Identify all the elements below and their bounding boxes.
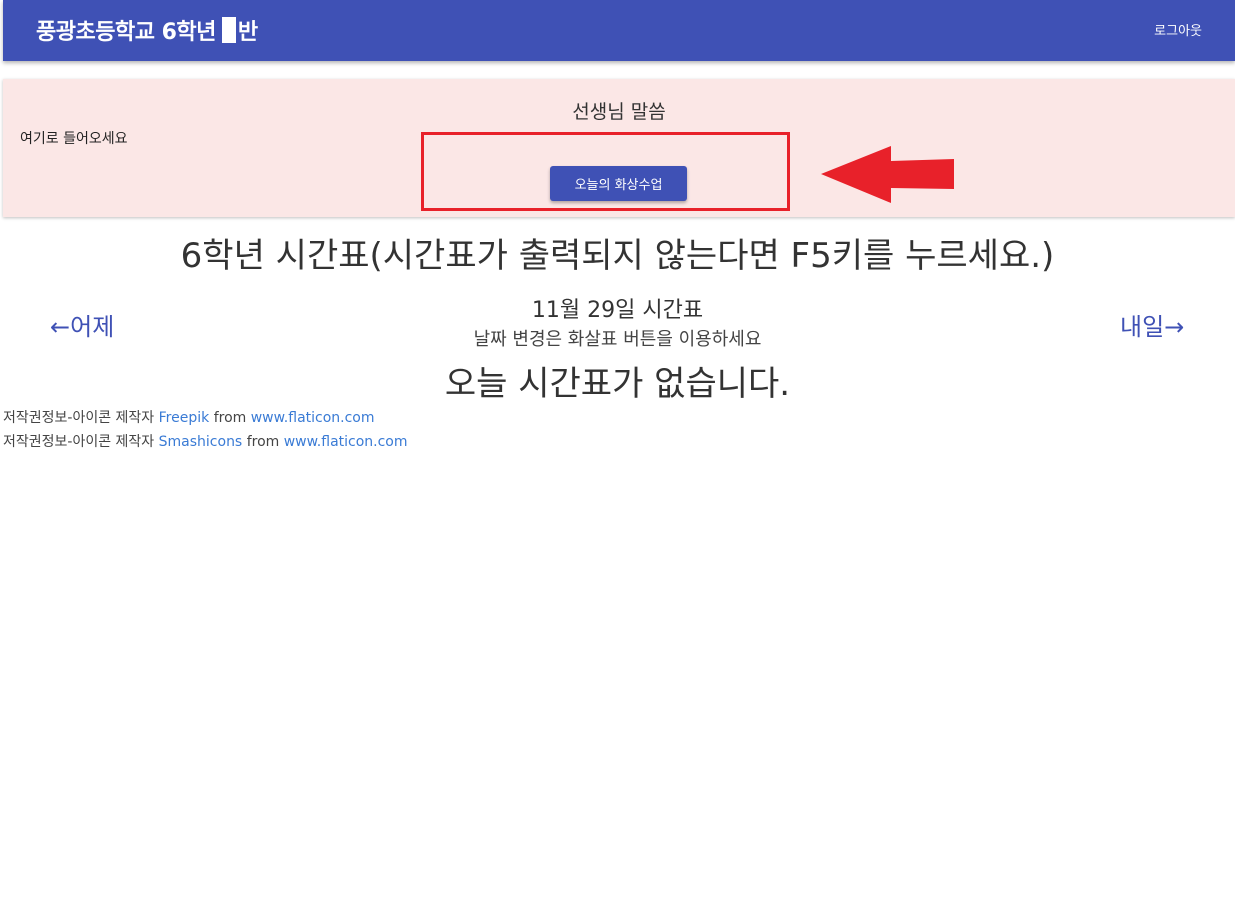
notice-title: 선생님 말씀 [572, 101, 666, 123]
date-title: 11월 29일 시간표 [531, 298, 704, 323]
redacted-class-number [221, 17, 236, 43]
credit-line: 저작권정보-아이콘 제작자 Smashicons from www.flatic… [3, 431, 408, 451]
credit-site-link[interactable]: www.flaticon.com [251, 410, 375, 426]
credit-from: from [246, 434, 280, 450]
red-arrow-annotation-icon [821, 146, 954, 203]
date-change-hint: 날짜 변경은 화살표 버튼을 이용하세요 [473, 329, 762, 350]
app-bar: 풍광초등학교 6학년 반 로그아웃 [3, 0, 1235, 61]
credit-site-link[interactable]: www.flaticon.com [284, 434, 408, 450]
app-title-suffix: 반 [237, 20, 258, 45]
teacher-notice-panel: 여기로 들어오세요 선생님 말씀 오늘의 화상수업 [3, 79, 1235, 217]
app-title-text: 풍광초등학교 6학년 [36, 20, 216, 45]
app-title: 풍광초등학교 6학년 반 [36, 14, 258, 46]
credit-author-link[interactable]: Smashicons [159, 434, 243, 450]
credit-line: 저작권정보-아이콘 제작자 Freepik from www.flaticon.… [3, 407, 375, 427]
today-video-class-button[interactable]: 오늘의 화상수업 [550, 166, 687, 201]
no-timetable-message: 오늘 시간표가 없습니다. [444, 364, 791, 404]
credit-prefix: 저작권정보-아이콘 제작자 [3, 434, 155, 450]
logout-button[interactable]: 로그아웃 [1154, 20, 1202, 39]
next-day-link[interactable]: 내일→ [1120, 307, 1184, 342]
timetable-title: 6학년 시간표(시간표가 출력되지 않는다면 F5키를 누르세요.) [180, 236, 1055, 276]
credit-from: from [213, 410, 247, 426]
credit-author-link[interactable]: Freepik [159, 410, 210, 426]
notice-left-text: 여기로 들어오세요 [20, 131, 128, 147]
credit-prefix: 저작권정보-아이콘 제작자 [3, 410, 155, 426]
